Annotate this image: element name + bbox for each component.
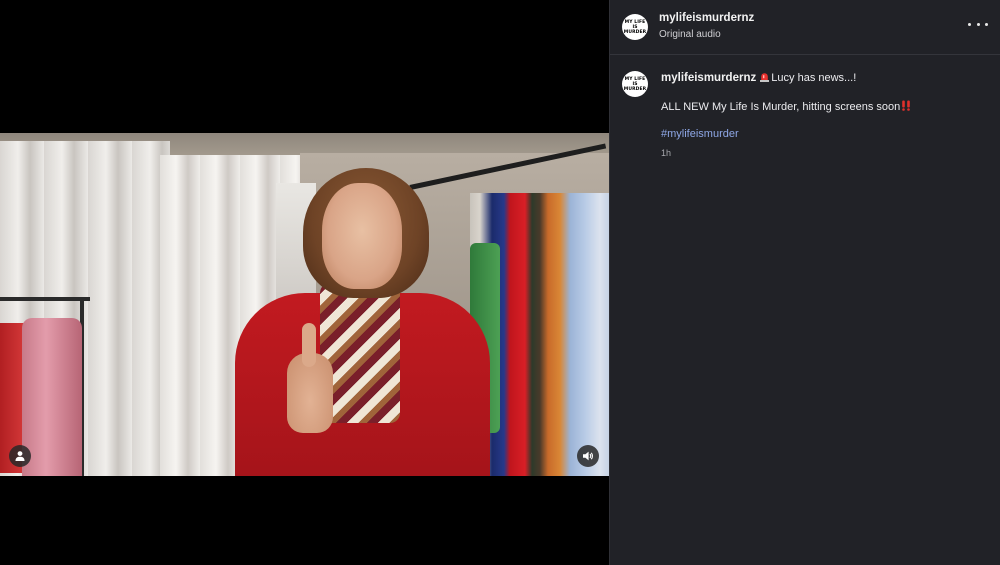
- avatar[interactable]: MY LIFE IS MURDER: [622, 14, 648, 40]
- police-light-emoji: [760, 73, 770, 82]
- volume-button[interactable]: [577, 445, 599, 467]
- post-panel: MY LIFE IS MURDER mylifeismurdernz Origi…: [609, 0, 1000, 565]
- more-options-icon: [968, 22, 971, 26]
- hashtag-link[interactable]: #mylifeismurder: [661, 128, 739, 140]
- caption-body-line: ALL NEW My Life Is Murder, hitting scree…: [661, 100, 911, 113]
- caption-body: ALL NEW My Life Is Murder, hitting scree…: [661, 101, 901, 113]
- person-face: [322, 183, 402, 289]
- post-header: MY LIFE IS MURDER mylifeismurdernz Origi…: [610, 0, 1000, 55]
- post-timestamp[interactable]: 1h: [661, 148, 671, 158]
- avatar-logo-text: MY LIFE IS MURDER: [623, 19, 647, 35]
- speaker-icon: [583, 451, 593, 461]
- audio-label[interactable]: Original audio: [659, 29, 721, 40]
- scene-garment-pink: [22, 318, 82, 476]
- caption-first-line: mylifeismurdernz Lucy has news...!: [661, 72, 856, 84]
- caption-headline: Lucy has news...!: [771, 72, 857, 84]
- caption-avatar-logo-text: MY LIFE IS MURDER: [623, 76, 647, 92]
- person-finger: [302, 323, 316, 367]
- video-pane[interactable]: [0, 0, 609, 565]
- scene-rack-left: [0, 297, 90, 301]
- header-username[interactable]: mylifeismurdernz: [659, 12, 754, 24]
- tagged-people-button[interactable]: [9, 445, 31, 467]
- caption-username[interactable]: mylifeismurdernz: [661, 72, 756, 84]
- video-frame[interactable]: [0, 133, 609, 476]
- double-exclamation-emoji: [902, 100, 911, 111]
- caption-avatar[interactable]: MY LIFE IS MURDER: [622, 71, 648, 97]
- person-icon: [15, 451, 25, 461]
- more-options-button[interactable]: [968, 17, 988, 31]
